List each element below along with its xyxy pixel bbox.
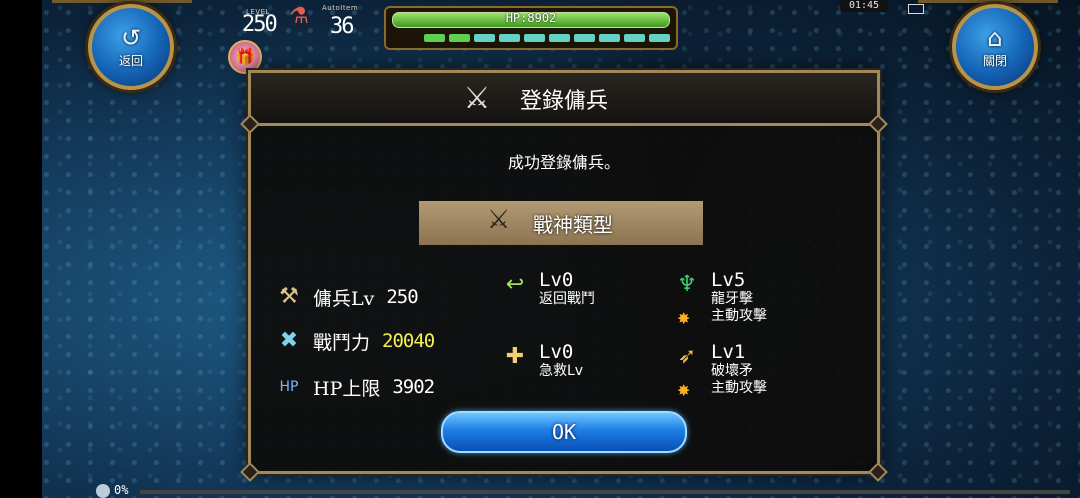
stat-value: 20040 bbox=[382, 330, 435, 352]
home-icon: ⌂ bbox=[987, 23, 1003, 52]
dialog-title: 登錄傭兵 bbox=[519, 89, 608, 114]
hp-gauge: HP:8902 bbox=[384, 6, 678, 50]
skill-first-aid: ✚ Lv0 急救Lv bbox=[499, 341, 583, 380]
dragon-fang-icon: ♆ bbox=[677, 272, 697, 297]
register-mercenary-dialog: ⚔ 登錄傭兵 成功登錄傭兵。 ⚔ 戰神類型 ⚒ 傭兵Lv 250 ✖ 戰鬥力 2… bbox=[240, 70, 888, 482]
close-button-label: 關閉 bbox=[982, 53, 1007, 68]
clock: 01:45 bbox=[840, 0, 888, 12]
sp-segment bbox=[524, 34, 545, 42]
success-message: 成功登錄傭兵。 bbox=[507, 153, 620, 172]
type-label: 戰神類型 bbox=[533, 213, 613, 237]
sp-segments bbox=[424, 34, 670, 42]
sp-segment bbox=[649, 34, 670, 42]
stat-mercenary-level: ⚒ 傭兵Lv 250 bbox=[273, 281, 419, 313]
skill-type: 主動攻擊 bbox=[711, 308, 767, 324]
skill-text: Lv1 破壞矛 主動攻擊 bbox=[711, 341, 767, 397]
type-banner: ⚔ 戰神類型 bbox=[419, 201, 703, 245]
stat-label: HP上限 bbox=[313, 377, 381, 400]
battery-icon bbox=[908, 4, 924, 14]
mercenary-icon: ⚒ bbox=[279, 284, 299, 309]
sp-segment bbox=[424, 34, 445, 42]
first-aid-icon: ✚ bbox=[505, 344, 525, 369]
burst-icon: ✸ bbox=[677, 381, 691, 400]
sp-segment bbox=[574, 34, 595, 42]
hp-text: HP:8902 bbox=[505, 11, 557, 25]
skill-level: Lv1 bbox=[711, 341, 746, 363]
level-value: 250 bbox=[242, 12, 278, 37]
skill-name: 急救Lv bbox=[539, 363, 584, 379]
stat-value: 250 bbox=[386, 286, 418, 308]
sp-segment bbox=[624, 34, 645, 42]
hp-icon: HP bbox=[279, 379, 299, 395]
skill-level: Lv5 bbox=[711, 269, 746, 291]
skill-text: Lv0 返回戰鬥 bbox=[539, 269, 595, 308]
skill-return-battle: ↩ Lv0 返回戰鬥 bbox=[499, 269, 595, 308]
potion-icon[interactable]: ⚗ bbox=[286, 4, 312, 40]
sp-segment bbox=[599, 34, 620, 42]
burst-icon: ✸ bbox=[677, 309, 691, 328]
skill-name: 返回戰鬥 bbox=[539, 291, 595, 307]
stat-label: 戰鬥力 bbox=[313, 331, 371, 354]
ok-button[interactable]: OK bbox=[441, 411, 687, 453]
close-button[interactable]: ⌂ 關閉 bbox=[952, 4, 1038, 90]
skill-text: Lv0 急救Lv bbox=[539, 341, 583, 380]
stat-label: 傭兵Lv bbox=[313, 287, 375, 310]
skill-type: 主動攻擊 bbox=[711, 380, 767, 396]
progress-track bbox=[140, 490, 1070, 494]
stat-combat-power: ✖ 戰鬥力 20040 bbox=[273, 325, 435, 357]
skill-text: Lv5 龍牙擊 主動攻擊 bbox=[711, 269, 767, 325]
return-battle-icon: ↩ bbox=[505, 272, 525, 297]
sp-segment bbox=[474, 34, 495, 42]
sp-segment bbox=[499, 34, 520, 42]
sp-segment bbox=[549, 34, 570, 42]
back-button-label: 返回 bbox=[118, 53, 143, 68]
autoitem-caption: AutoItem bbox=[322, 4, 359, 12]
skill-level: Lv0 bbox=[539, 269, 574, 291]
stat-value: 3902 bbox=[392, 376, 435, 398]
sp-segment bbox=[449, 34, 470, 42]
bottom-progress: 0% bbox=[96, 483, 1080, 498]
skill-name: 龍牙擊 bbox=[711, 291, 753, 307]
power-axe-icon: ✖ bbox=[279, 328, 299, 353]
progress-text: 0% bbox=[114, 483, 129, 497]
skill-level: Lv0 bbox=[539, 341, 574, 363]
return-icon: ↺ bbox=[120, 23, 142, 52]
screen-edge bbox=[0, 0, 42, 498]
dialog-header: ⚔ 登錄傭兵 bbox=[251, 73, 877, 126]
gift-icon[interactable]: 🎁 bbox=[228, 40, 262, 74]
autoitem-value: 36 bbox=[330, 14, 354, 39]
skill-name: 破壞矛 bbox=[711, 363, 753, 379]
stat-hp-max: HP HP上限 3902 bbox=[273, 371, 436, 403]
back-button[interactable]: ↺ 返回 bbox=[88, 4, 174, 90]
progress-icon bbox=[96, 484, 110, 498]
spear-icon: ➶ bbox=[677, 344, 697, 369]
